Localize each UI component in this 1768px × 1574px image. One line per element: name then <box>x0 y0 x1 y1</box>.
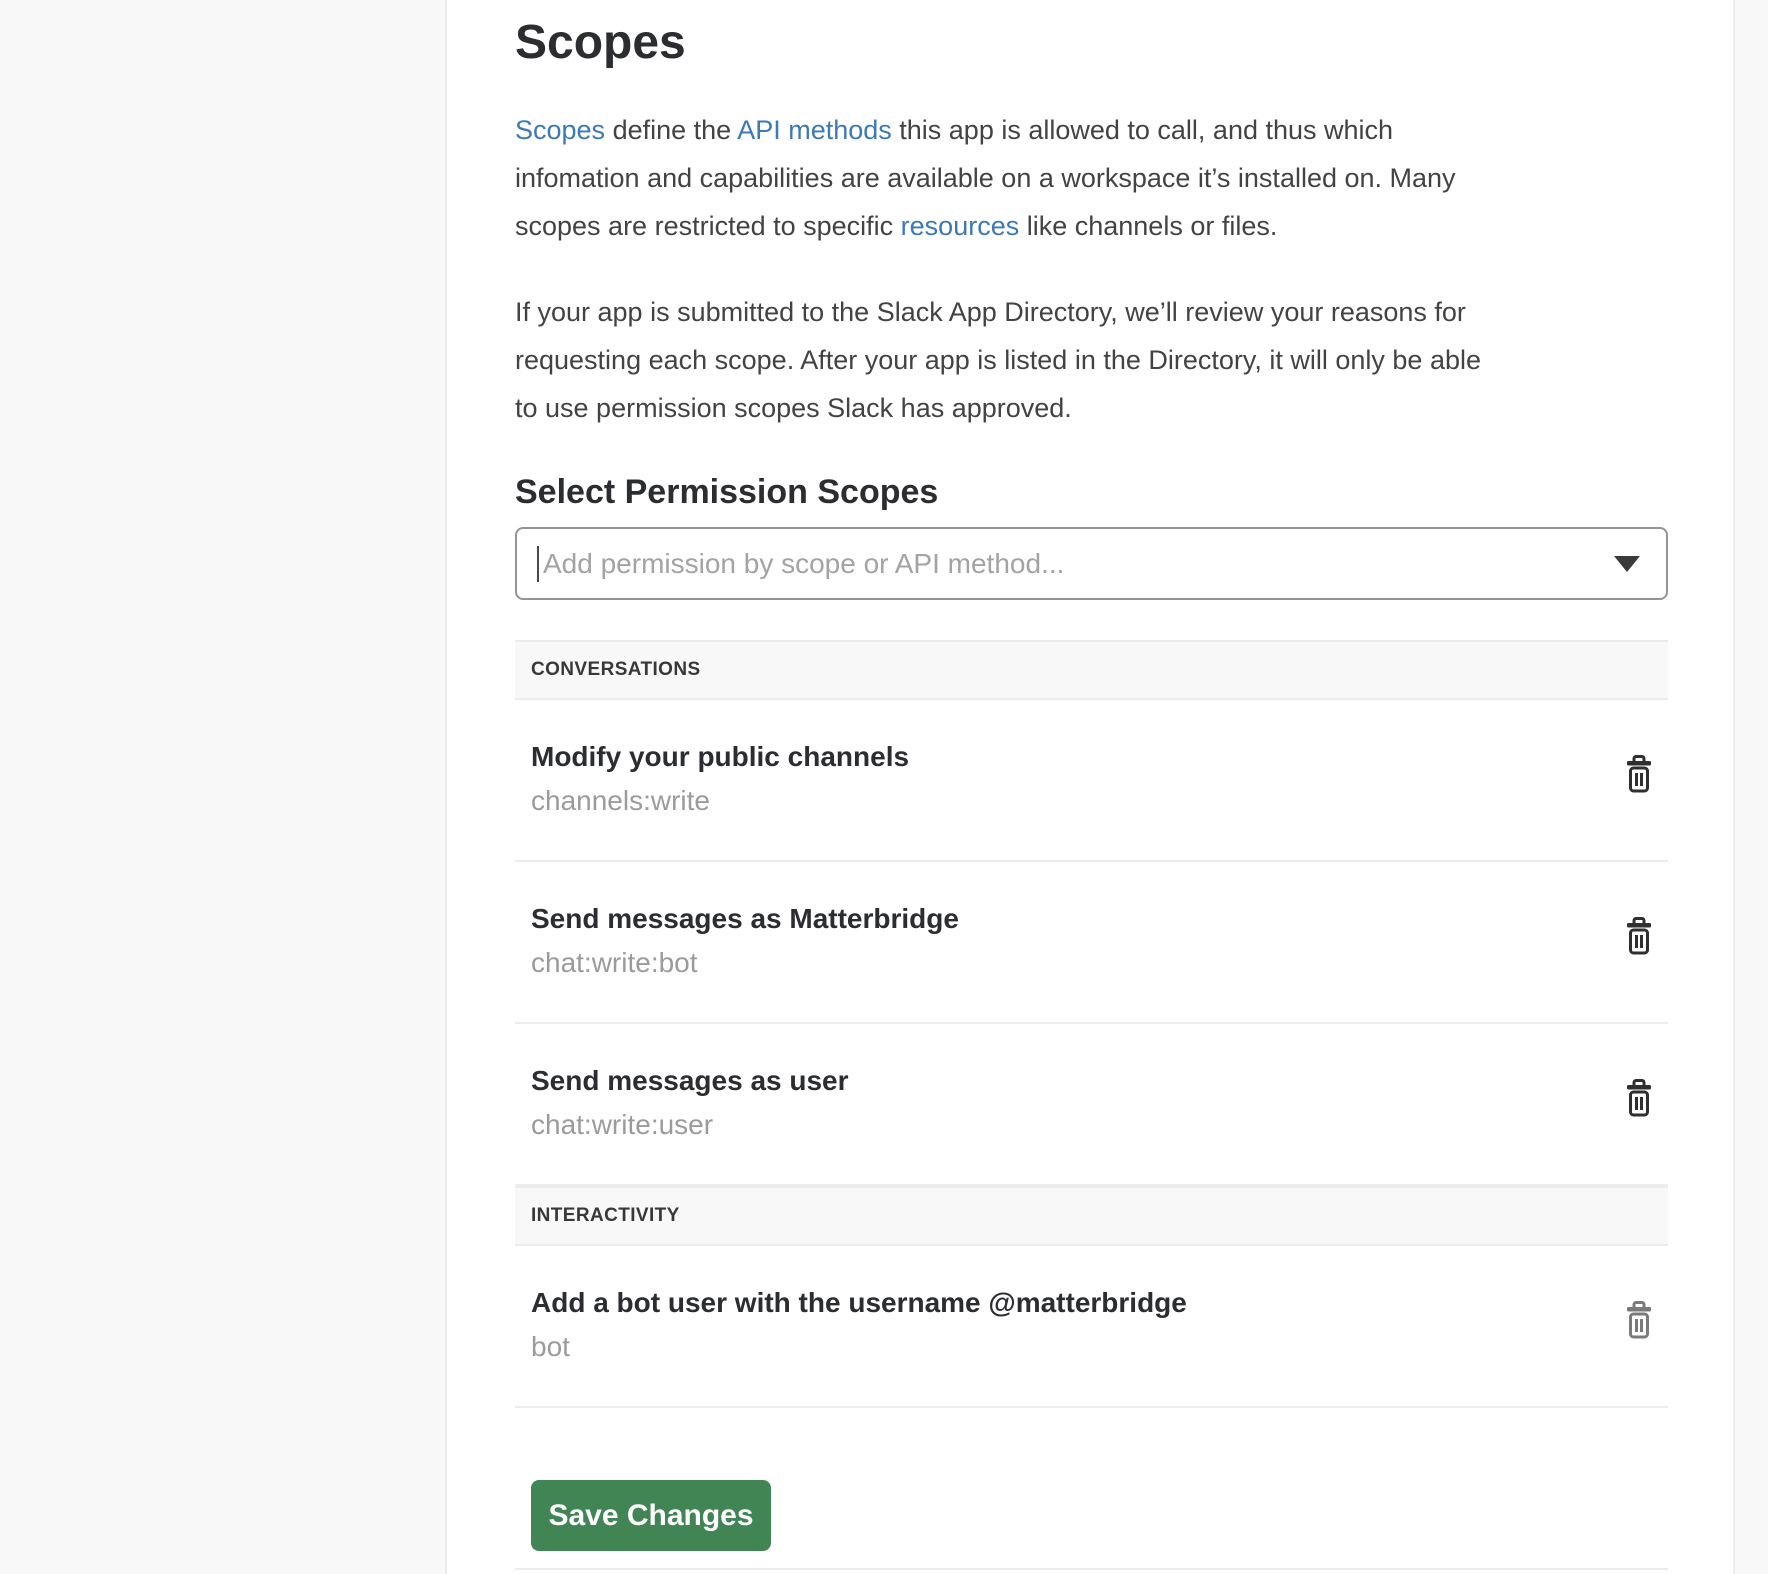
main-panel: Scopes Scopes define the API methods thi… <box>447 0 1733 1574</box>
section-label: INTERACTIVITY <box>531 1205 680 1227</box>
scope-row-chat-write-user: Send messages as user chat:write:user <box>515 1024 1668 1186</box>
scope-title: Send messages as user <box>531 1062 1652 1100</box>
section-header-interactivity: INTERACTIVITY <box>515 1186 1668 1246</box>
scope-code: chat:write:user <box>531 1106 1652 1144</box>
scope-code: channels:write <box>531 782 1652 820</box>
scope-title: Add a bot user with the username @matter… <box>531 1284 1652 1322</box>
api-methods-link[interactable]: API methods <box>737 115 892 145</box>
scope-code: chat:write:bot <box>531 944 1652 982</box>
scopes-content: Scopes Scopes define the API methods thi… <box>515 14 1668 1570</box>
scope-title: Modify your public channels <box>531 738 1652 776</box>
scope-code: bot <box>531 1328 1652 1366</box>
scope-list: CONVERSATIONS Modify your public channel… <box>515 640 1668 1408</box>
select-permission-scopes-heading: Select Permission Scopes <box>515 472 1668 512</box>
right-gutter-panel <box>1733 0 1768 1574</box>
section-label: CONVERSATIONS <box>531 659 701 681</box>
bottom-divider <box>515 1568 1668 1570</box>
trash-icon[interactable] <box>1624 1078 1654 1118</box>
scope-search-input[interactable] <box>515 527 1668 600</box>
scope-row-chat-write-bot: Send messages as Matterbridge chat:write… <box>515 862 1668 1024</box>
trash-icon[interactable] <box>1624 754 1654 794</box>
intro-text-3: like channels or files. <box>1019 211 1277 241</box>
text-caret <box>537 546 539 582</box>
save-changes-button[interactable]: Save Changes <box>531 1480 771 1551</box>
intro-text-1: define the <box>605 115 737 145</box>
caret-down-icon[interactable] <box>1614 556 1640 572</box>
scope-title: Send messages as Matterbridge <box>531 900 1652 938</box>
resources-link[interactable]: resources <box>901 211 1020 241</box>
scope-search-wrap <box>515 527 1668 600</box>
intro-paragraph: Scopes define the API methods this app i… <box>515 106 1668 250</box>
page-title: Scopes <box>515 14 1668 72</box>
trash-icon[interactable] <box>1624 1300 1654 1340</box>
trash-icon[interactable] <box>1624 916 1654 956</box>
left-sidebar-panel <box>0 0 447 1574</box>
scope-row-channels-write: Modify your public channels channels:wri… <box>515 700 1668 862</box>
scope-row-bot: Add a bot user with the username @matter… <box>515 1246 1668 1408</box>
directory-note-paragraph: If your app is submitted to the Slack Ap… <box>515 288 1668 432</box>
section-header-conversations: CONVERSATIONS <box>515 640 1668 700</box>
scopes-link[interactable]: Scopes <box>515 115 605 145</box>
